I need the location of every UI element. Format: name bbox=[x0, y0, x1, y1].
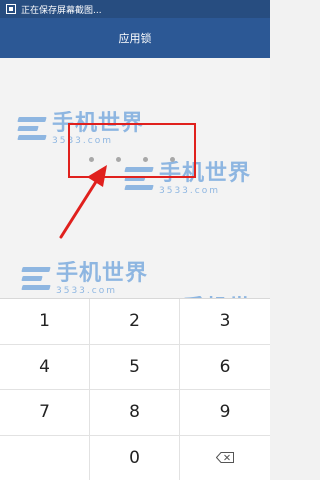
red-arrow-icon bbox=[59, 165, 107, 239]
pin-dots bbox=[70, 157, 194, 162]
backspace-button[interactable] bbox=[180, 435, 270, 480]
key-8[interactable]: 8 bbox=[90, 390, 180, 436]
key-7[interactable]: 7 bbox=[0, 390, 90, 436]
watermark-logo-icon bbox=[17, 116, 48, 143]
watermark-logo-icon bbox=[21, 266, 52, 293]
key-4[interactable]: 4 bbox=[0, 344, 90, 390]
key-3[interactable]: 3 bbox=[180, 299, 270, 345]
watermark-number: 3533.com bbox=[159, 186, 220, 196]
pin-entry-area: 手机世界 3533.com 手机世界 3533.com 手机世界 3533.co… bbox=[0, 58, 270, 353]
pin-dot bbox=[170, 157, 175, 162]
status-notification-text: 正在保存屏幕截图... bbox=[21, 5, 102, 16]
pin-dot bbox=[89, 157, 94, 162]
pin-dot bbox=[143, 157, 148, 162]
key-1[interactable]: 1 bbox=[0, 299, 90, 345]
pin-dot bbox=[116, 157, 121, 162]
key-5[interactable]: 5 bbox=[90, 344, 180, 390]
watermark-number: 3533.com bbox=[56, 286, 117, 296]
app-bar: 应用锁 bbox=[0, 18, 270, 58]
watermark-brand: 手机世界 bbox=[56, 261, 149, 286]
key-0[interactable]: 0 bbox=[90, 435, 180, 480]
screenshot-icon bbox=[6, 4, 16, 14]
watermark-logo: 手机世界 3533.com bbox=[21, 261, 149, 296]
key-2[interactable]: 2 bbox=[90, 299, 180, 345]
page-title: 应用锁 bbox=[118, 32, 152, 45]
key-6[interactable]: 6 bbox=[180, 344, 270, 390]
backspace-icon bbox=[216, 452, 234, 464]
key-empty bbox=[0, 435, 90, 480]
numeric-keypad: 1 2 3 4 5 6 7 8 9 0 bbox=[0, 298, 270, 480]
key-9[interactable]: 9 bbox=[180, 390, 270, 436]
status-bar: 正在保存屏幕截图... bbox=[0, 0, 270, 18]
